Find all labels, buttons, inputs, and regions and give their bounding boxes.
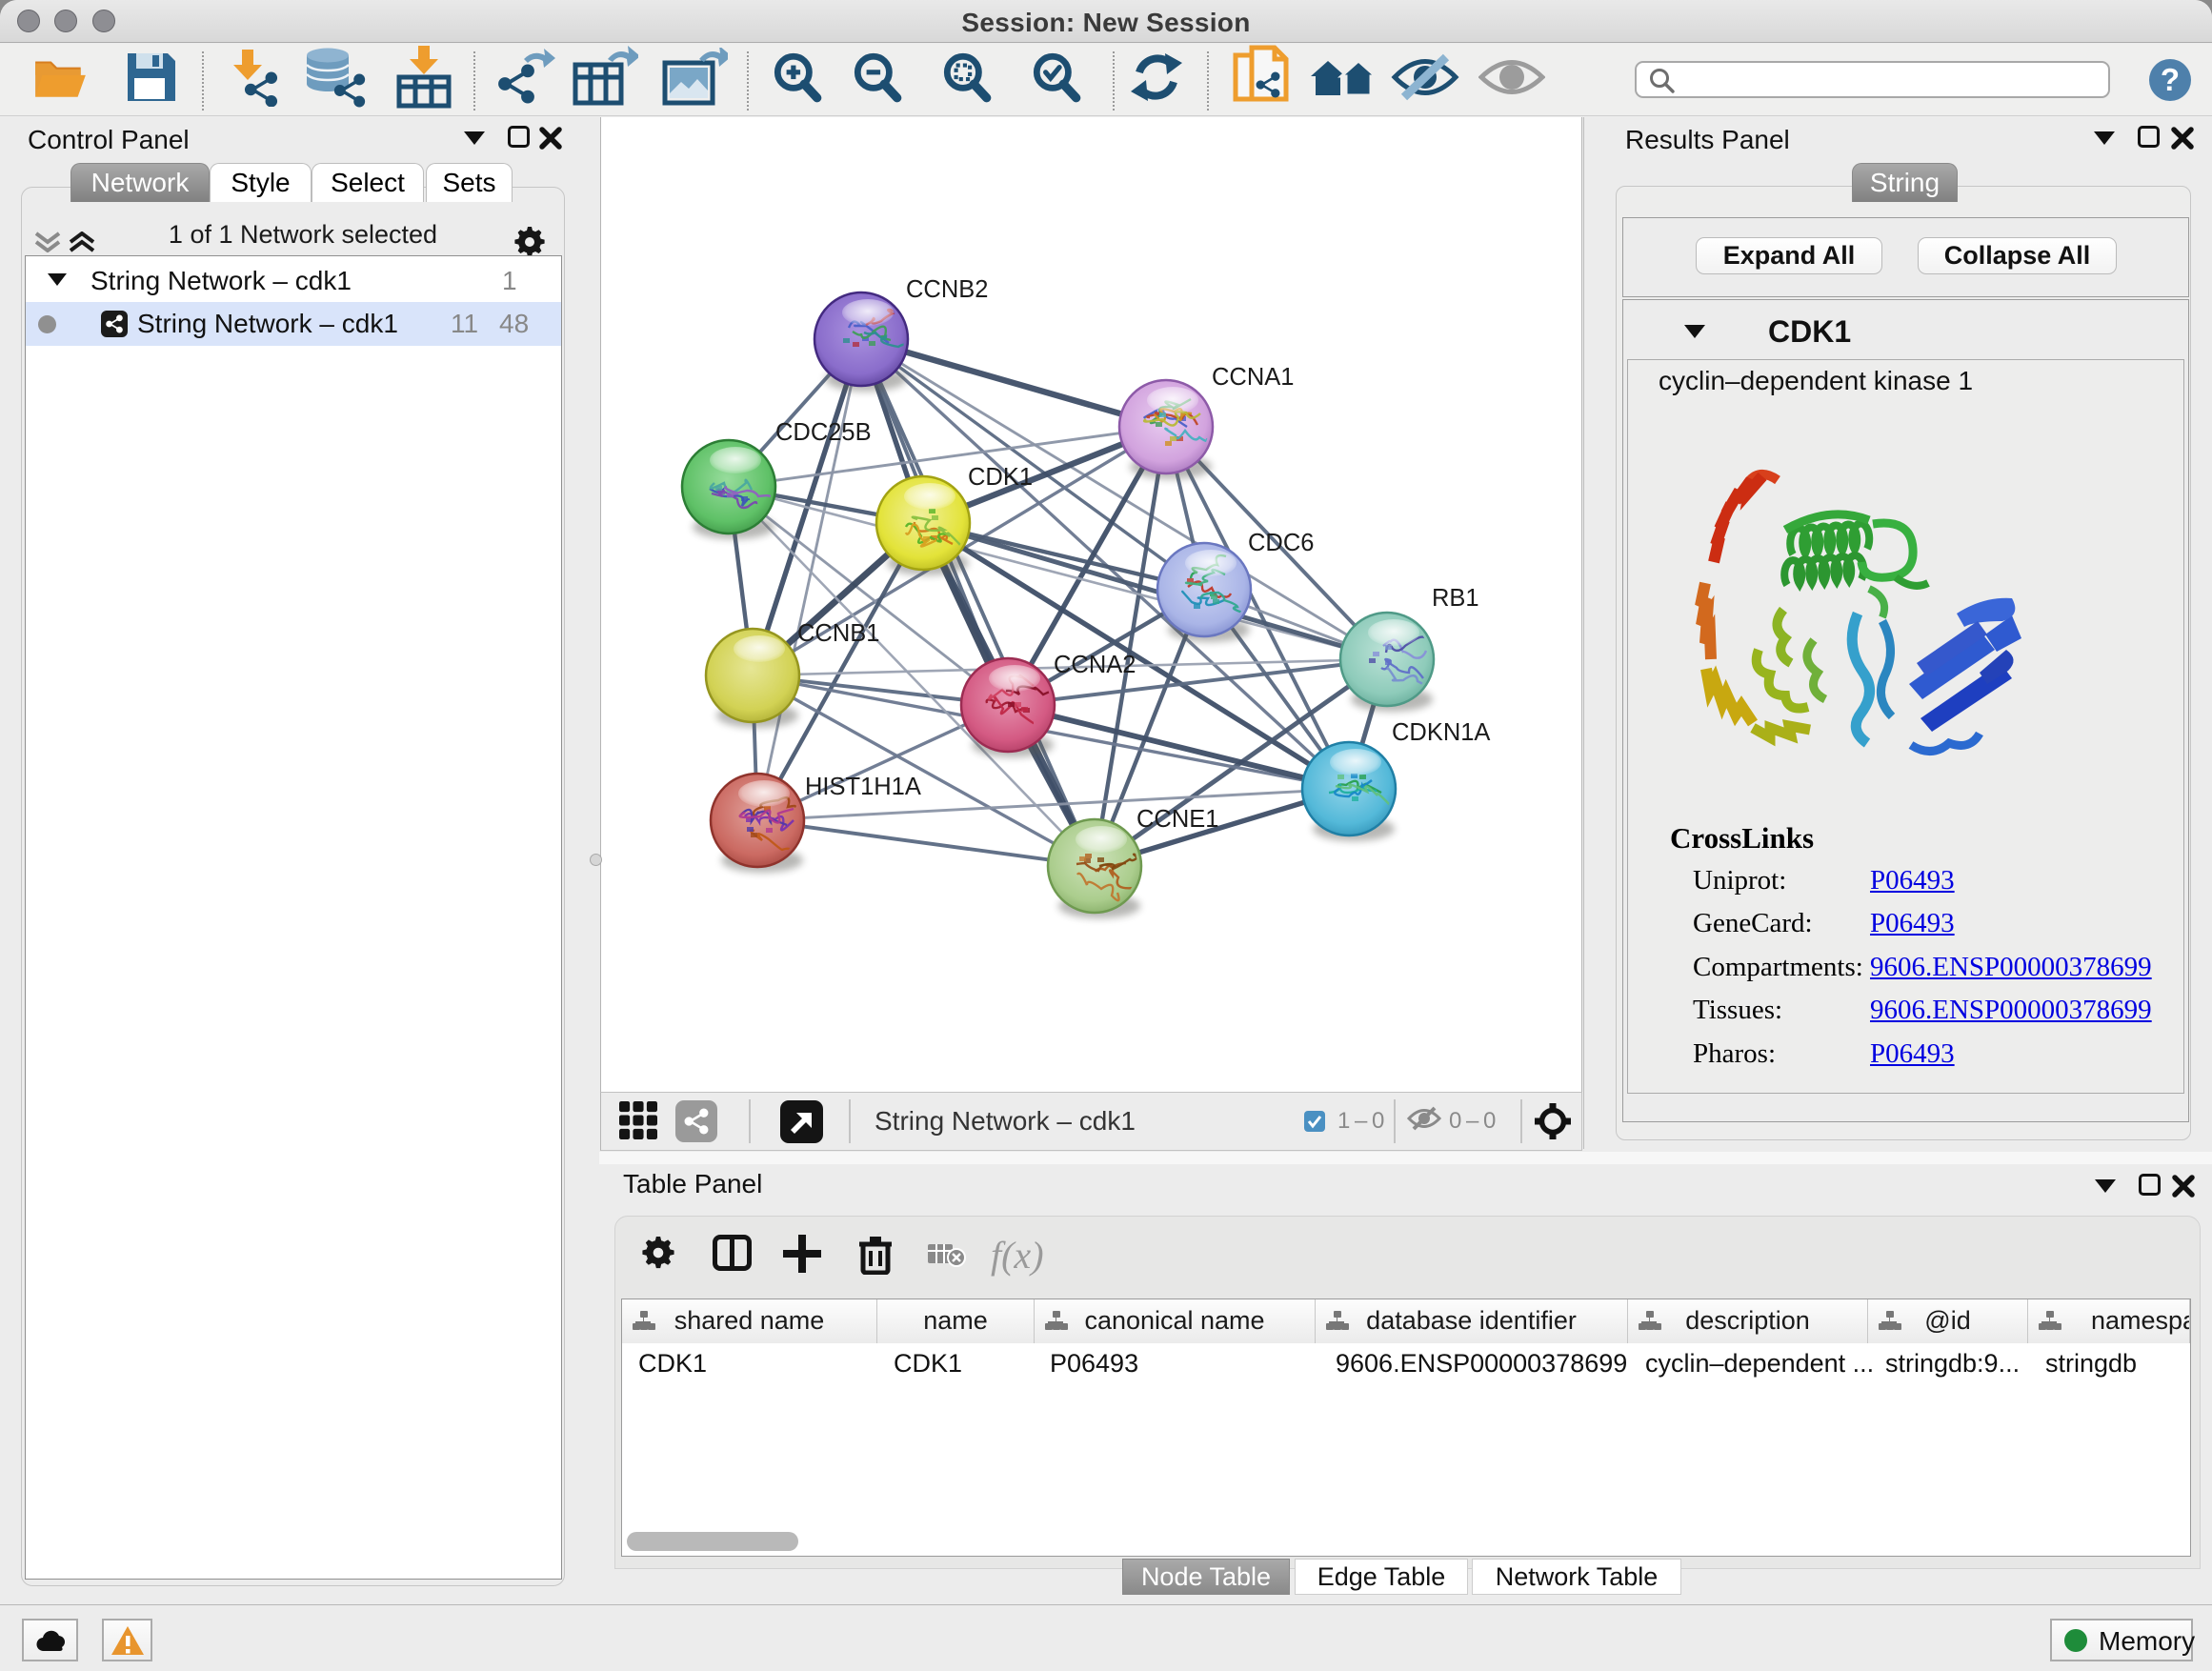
svg-text:CDK1: CDK1 bbox=[968, 464, 1033, 491]
svg-text:CDC25B: CDC25B bbox=[775, 419, 872, 446]
svg-text:HIST1H1A: HIST1H1A bbox=[805, 774, 921, 800]
svg-text:RB1: RB1 bbox=[1432, 585, 1479, 612]
svg-text:CCNA1: CCNA1 bbox=[1212, 364, 1294, 391]
svg-text:CCNB2: CCNB2 bbox=[906, 276, 988, 303]
svg-text:CCNE1: CCNE1 bbox=[1136, 806, 1218, 833]
svg-text:CCNB1: CCNB1 bbox=[797, 620, 879, 647]
svg-text:CDKN1A: CDKN1A bbox=[1392, 719, 1490, 746]
svg-text:CDC6: CDC6 bbox=[1248, 530, 1314, 556]
svg-text:CCNA2: CCNA2 bbox=[1054, 652, 1136, 678]
